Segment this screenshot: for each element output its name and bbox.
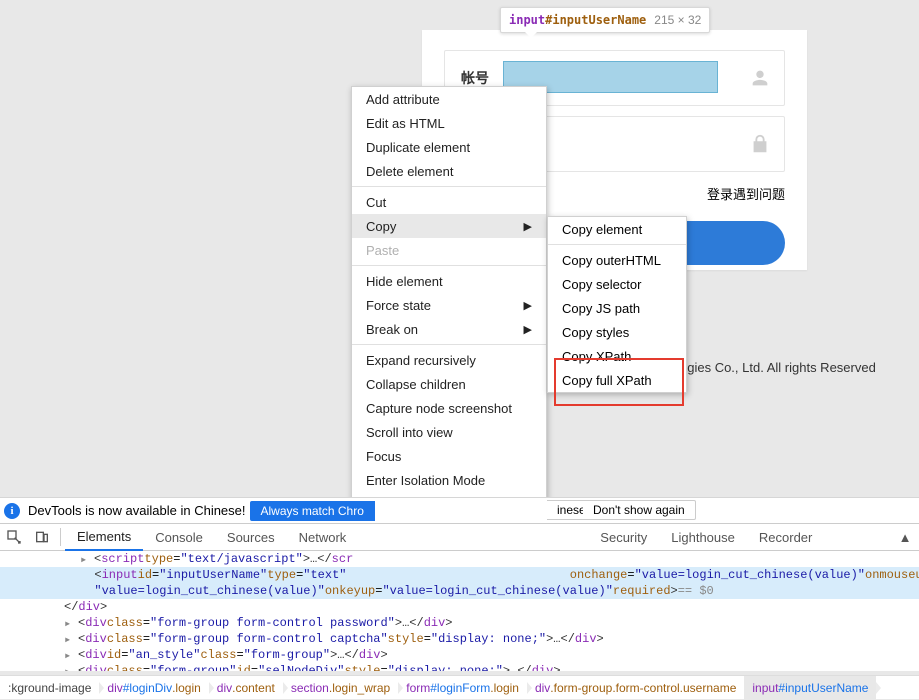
copy-selector[interactable]: Copy selector bbox=[548, 272, 686, 296]
bc-item[interactable]: :kground-image bbox=[0, 676, 99, 700]
ctx-edit-as-html[interactable]: Edit as HTML bbox=[352, 111, 546, 135]
ctx-duplicate[interactable]: Duplicate element bbox=[352, 135, 546, 159]
inspect-icon[interactable] bbox=[0, 529, 28, 545]
copy-full-xpath[interactable]: Copy full XPath bbox=[548, 368, 686, 392]
chevron-right-icon: ▶ bbox=[524, 220, 532, 233]
bc-item[interactable]: div.form-group.form-control.username bbox=[527, 676, 744, 700]
tab-console[interactable]: Console bbox=[143, 523, 215, 551]
tab-security[interactable]: Security bbox=[588, 523, 659, 551]
dont-show-button[interactable]: Don't show again bbox=[583, 500, 696, 520]
element-tooltip: input#inputUserName 215 × 32 bbox=[500, 7, 710, 33]
preview-icon[interactable]: ▲ bbox=[891, 530, 919, 545]
device-icon[interactable] bbox=[28, 529, 56, 545]
info-icon: i bbox=[4, 503, 20, 519]
elements-dom-tree[interactable]: ▸<script type="text/javascript">…</scr <… bbox=[0, 551, 919, 671]
copy-styles[interactable]: Copy styles bbox=[548, 320, 686, 344]
copy-outerhtml[interactable]: Copy outerHTML bbox=[548, 248, 686, 272]
ctx-focus[interactable]: Focus bbox=[352, 444, 546, 468]
ctx-capture[interactable]: Capture node screenshot bbox=[352, 396, 546, 420]
ctx-break-on[interactable]: Break on▶ bbox=[352, 317, 546, 341]
ctx-collapse[interactable]: Collapse children bbox=[352, 372, 546, 396]
ctx-isolation[interactable]: Enter Isolation Mode bbox=[352, 468, 546, 492]
elements-breadcrumb[interactable]: :kground-image div#loginDiv.login div.co… bbox=[0, 675, 919, 699]
ctx-delete[interactable]: Delete element bbox=[352, 159, 546, 183]
always-match-button[interactable]: Always match Chro bbox=[250, 501, 375, 521]
bc-item[interactable]: div#loginDiv.login bbox=[99, 676, 208, 700]
ctx-add-attribute[interactable]: Add attribute bbox=[352, 87, 546, 111]
copy-xpath[interactable]: Copy XPath bbox=[548, 344, 686, 368]
footer-copyright: ogies Co., Ltd. All rights Reserved bbox=[680, 360, 876, 375]
bc-item[interactable]: div.content bbox=[209, 676, 283, 700]
ctx-hide[interactable]: Hide element bbox=[352, 269, 546, 293]
ctx-copy[interactable]: Copy▶ bbox=[352, 214, 546, 238]
chevron-right-icon: ▶ bbox=[524, 299, 532, 312]
ctx-force-state[interactable]: Force state▶ bbox=[352, 293, 546, 317]
tab-network[interactable]: Network bbox=[287, 523, 359, 551]
notification-text: DevTools is now available in Chinese! bbox=[28, 503, 246, 518]
ctx-paste: Paste bbox=[352, 238, 546, 262]
username-label: 帐号 bbox=[445, 68, 503, 88]
tab-sources[interactable]: Sources bbox=[215, 523, 287, 551]
user-icon bbox=[736, 67, 784, 89]
bc-item[interactable]: form#loginForm.login bbox=[398, 676, 527, 700]
chevron-right-icon: ▶ bbox=[524, 323, 532, 336]
copy-element[interactable]: Copy element bbox=[548, 217, 686, 241]
ctx-expand[interactable]: Expand recursively bbox=[352, 348, 546, 372]
context-menu: Add attribute Edit as HTML Duplicate ele… bbox=[351, 86, 547, 548]
copy-js-path[interactable]: Copy JS path bbox=[548, 296, 686, 320]
ctx-scroll[interactable]: Scroll into view bbox=[352, 420, 546, 444]
copy-submenu: Copy element Copy outerHTML Copy selecto… bbox=[547, 216, 687, 393]
bc-item[interactable]: section.login_wrap bbox=[283, 676, 398, 700]
bc-item-active[interactable]: input#inputUserName bbox=[744, 676, 876, 700]
tab-elements[interactable]: Elements bbox=[65, 523, 143, 551]
devtools-toolbar: Elements Console Sources Network Securit… bbox=[0, 523, 919, 551]
lock-icon bbox=[736, 133, 784, 155]
ctx-cut[interactable]: Cut bbox=[352, 190, 546, 214]
tab-lighthouse[interactable]: Lighthouse bbox=[659, 523, 747, 551]
tab-recorder[interactable]: Recorder bbox=[747, 523, 824, 551]
devtools-locale-notification: i DevTools is now available in Chinese! … bbox=[0, 497, 919, 523]
